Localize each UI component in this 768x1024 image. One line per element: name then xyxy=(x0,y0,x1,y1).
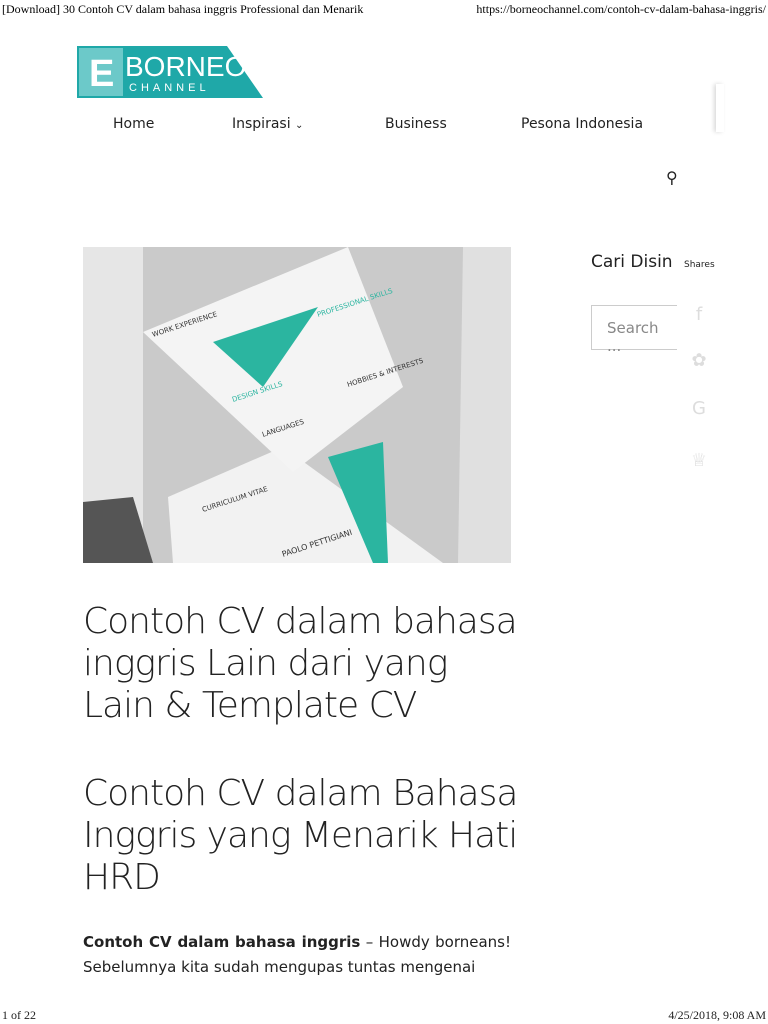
nav-business[interactable]: Business xyxy=(385,116,447,132)
google-plus-icon[interactable]: G xyxy=(686,398,712,424)
nav-pesona-indonesia[interactable]: Pesona Indonesia xyxy=(521,116,643,132)
page-number: 1 of 22 xyxy=(2,1008,36,1022)
article-subtitle: Contoh CV dalam Bahasa Inggris yang Mena… xyxy=(83,773,518,898)
nav-home[interactable]: Home xyxy=(113,116,154,132)
print-title: [Download] 30 Contoh CV dalam bahasa ing… xyxy=(2,2,364,16)
intro-bold: Contoh CV dalam bahasa inggris xyxy=(83,933,361,951)
print-datetime: 4/25/2018, 9:08 AM xyxy=(668,1008,766,1022)
nav-label: Inspirasi xyxy=(232,116,291,132)
svg-text:E: E xyxy=(89,53,114,95)
search-input[interactable]: Search ... xyxy=(591,305,677,355)
logo[interactable]: E BORNEO CHANNEL xyxy=(77,46,263,98)
article-title: Contoh CV dalam bahasa inggris Lain dari… xyxy=(83,601,518,726)
twitter-icon[interactable]: ✿ xyxy=(686,350,712,376)
print-url: https://borneochannel.com/contoh-cv-dala… xyxy=(476,2,766,16)
nav-inspirasi[interactable]: Inspirasi ⌄ xyxy=(232,116,303,132)
facebook-icon[interactable]: f xyxy=(686,304,712,330)
logo-text: BORNEO xyxy=(125,51,246,82)
hero-image: WORK EXPERIENCE PROFESSIONAL SKILLS HOBB… xyxy=(83,247,511,563)
search-placeholder: Search ... xyxy=(607,319,659,355)
shares-label: Shares xyxy=(684,260,715,270)
search-icon[interactable]: ⚲ xyxy=(666,168,678,187)
svg-text:CHANNEL: CHANNEL xyxy=(129,82,210,94)
scroll-edge xyxy=(716,84,724,132)
sidebar-title: Cari Disin xyxy=(591,252,673,272)
chevron-down-icon: ⌄ xyxy=(295,120,304,131)
article-intro: Contoh CV dalam bahasa inggris – Howdy b… xyxy=(83,930,511,980)
crown-icon[interactable]: ♕ xyxy=(686,450,712,476)
